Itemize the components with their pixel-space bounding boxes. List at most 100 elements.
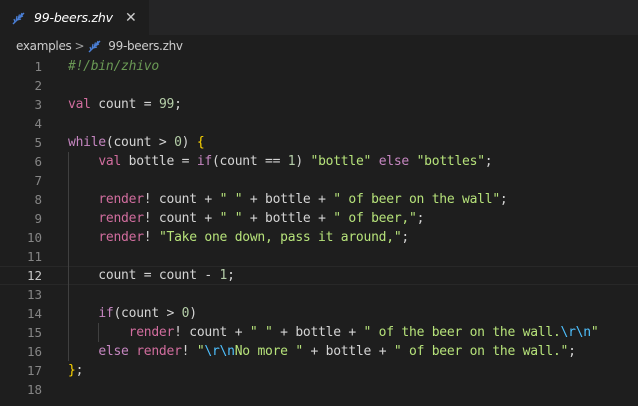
code-token: 1 xyxy=(219,268,228,283)
line-number: 7 xyxy=(34,173,42,188)
tab-label: 99-beers.zhv xyxy=(34,10,113,25)
code-token: "Take one down, pass it around," xyxy=(158,230,402,245)
code-line[interactable]: 17}; xyxy=(0,361,638,380)
code-line[interactable]: 3 val count = 99; xyxy=(0,95,638,114)
code-line[interactable]: 2 xyxy=(0,76,638,95)
code-token: "bottles" xyxy=(416,154,485,169)
code-text: while(count > 0) { xyxy=(68,133,205,152)
code-line[interactable]: 18 xyxy=(0,380,638,399)
indent-guide xyxy=(68,285,69,304)
line-number: 13 xyxy=(26,287,42,302)
line-number: 6 xyxy=(34,154,42,169)
code-line[interactable]: 16 else render! "\r\nNo more " + bottle … xyxy=(0,342,638,361)
code-line[interactable]: 15 render! count + " " + bottle + " of t… xyxy=(0,323,638,342)
code-token: #!/bin/zhivo xyxy=(68,59,159,74)
code-line[interactable]: 10 render! "Take one down, pass it aroun… xyxy=(0,228,638,247)
code-text: render! count + " " + bottle + " of the … xyxy=(68,323,599,342)
line-number: 3 xyxy=(34,97,42,112)
code-token: (count > xyxy=(113,306,182,321)
code-line[interactable]: 11 xyxy=(0,247,638,266)
code-line[interactable]: 9 render! count + " " + bottle + " of be… xyxy=(0,209,638,228)
line-number: 11 xyxy=(26,249,42,264)
code-token: + bottle + xyxy=(272,325,364,340)
code-token: " " xyxy=(219,211,243,226)
code-token: ! xyxy=(181,344,197,359)
code-token: else xyxy=(98,344,129,359)
code-token: while xyxy=(68,135,106,150)
code-token: ) xyxy=(189,306,197,321)
indent-guide xyxy=(68,171,69,190)
code-line[interactable]: 1 #!/bin/zhivo xyxy=(0,57,638,76)
code-token: No more " xyxy=(234,344,303,359)
breadcrumb-file[interactable]: 99-beers.zhv xyxy=(87,38,183,54)
line-number: 9 xyxy=(34,211,42,226)
line-number: 2 xyxy=(34,78,42,93)
code-token: " of beer," xyxy=(333,211,417,226)
code-token: " " xyxy=(219,192,243,207)
code-line[interactable]: 14 if(count > 0) xyxy=(0,304,638,323)
breadcrumb-folder[interactable]: examples xyxy=(16,39,72,53)
code-line[interactable]: 4 xyxy=(0,114,638,133)
code-token: bottle = xyxy=(121,154,197,169)
feather-quill-icon xyxy=(10,10,28,26)
code-text: render! "Take one down, pass it around,"… xyxy=(68,228,409,247)
code-text: render! count + " " + bottle + " of beer… xyxy=(68,190,507,209)
tab-99-beers[interactable]: 99-beers.zhv ✕ xyxy=(0,0,150,35)
code-token: else xyxy=(378,154,410,169)
code-token: + bottle + xyxy=(242,192,334,207)
line-number: 1 xyxy=(34,59,42,74)
code-token: render xyxy=(98,192,144,207)
code-token: render xyxy=(98,230,144,245)
code-token: count = xyxy=(90,97,159,112)
code-token: "bottle" xyxy=(310,154,372,169)
code-line[interactable]: 13 xyxy=(0,285,638,304)
code-token: ; xyxy=(499,192,508,207)
code-text: #!/bin/zhivo xyxy=(68,57,159,76)
line-number: 16 xyxy=(26,344,42,359)
line-number: 17 xyxy=(26,363,42,378)
code-line[interactable]: 7 xyxy=(0,171,638,190)
line-number: 10 xyxy=(26,230,42,245)
line-number: 12 xyxy=(26,268,42,283)
code-token: render xyxy=(136,344,182,359)
code-token: 0 xyxy=(174,135,182,150)
code-token: render xyxy=(98,211,144,226)
code-token: ; xyxy=(568,344,576,359)
code-token: ; xyxy=(484,154,493,169)
line-number: 14 xyxy=(26,306,42,321)
code-text: render! count + " " + bottle + " of beer… xyxy=(68,209,424,228)
code-text: count = count - 1; xyxy=(68,266,235,285)
code-editor-window: 99-beers.zhv ✕ examples > 99-beers.zhv 1… xyxy=(0,0,638,406)
code-text-area[interactable]: 1 #!/bin/zhivo 2 3 val count = 99; 4 5 while(co… xyxy=(0,57,638,406)
code-token: ! count + xyxy=(143,192,220,207)
code-token: ; xyxy=(401,230,409,245)
code-token: ) xyxy=(181,135,197,150)
code-line[interactable]: 5 while(count > 0) { xyxy=(0,133,638,152)
code-line[interactable]: 12 count = count - 1; xyxy=(0,266,638,285)
code-token: + bottle + xyxy=(242,211,334,226)
code-token: 99 xyxy=(158,97,175,112)
tab-bar: 99-beers.zhv ✕ xyxy=(0,0,638,35)
code-text: val bottle = if(count == 1) "bottle" els… xyxy=(68,152,492,171)
code-token: (count == xyxy=(211,154,288,169)
chevron-right-icon: > xyxy=(74,39,85,53)
code-token: " xyxy=(590,325,599,340)
code-token: ! count + xyxy=(174,325,250,340)
code-token: } xyxy=(68,363,76,378)
line-number: 18 xyxy=(26,382,42,397)
close-icon[interactable]: ✕ xyxy=(123,10,139,26)
code-line[interactable]: 8 render! count + " " + bottle + " of be… xyxy=(0,190,638,209)
code-token: render xyxy=(128,325,175,340)
code-line[interactable]: 6 val bottle = if(count == 1) "bottle" e… xyxy=(0,152,638,171)
indent-guide xyxy=(68,247,69,266)
breadcrumb: examples > 99-beers.zhv xyxy=(0,35,638,57)
line-number: 8 xyxy=(34,192,42,207)
code-token: \r\n xyxy=(560,325,592,340)
